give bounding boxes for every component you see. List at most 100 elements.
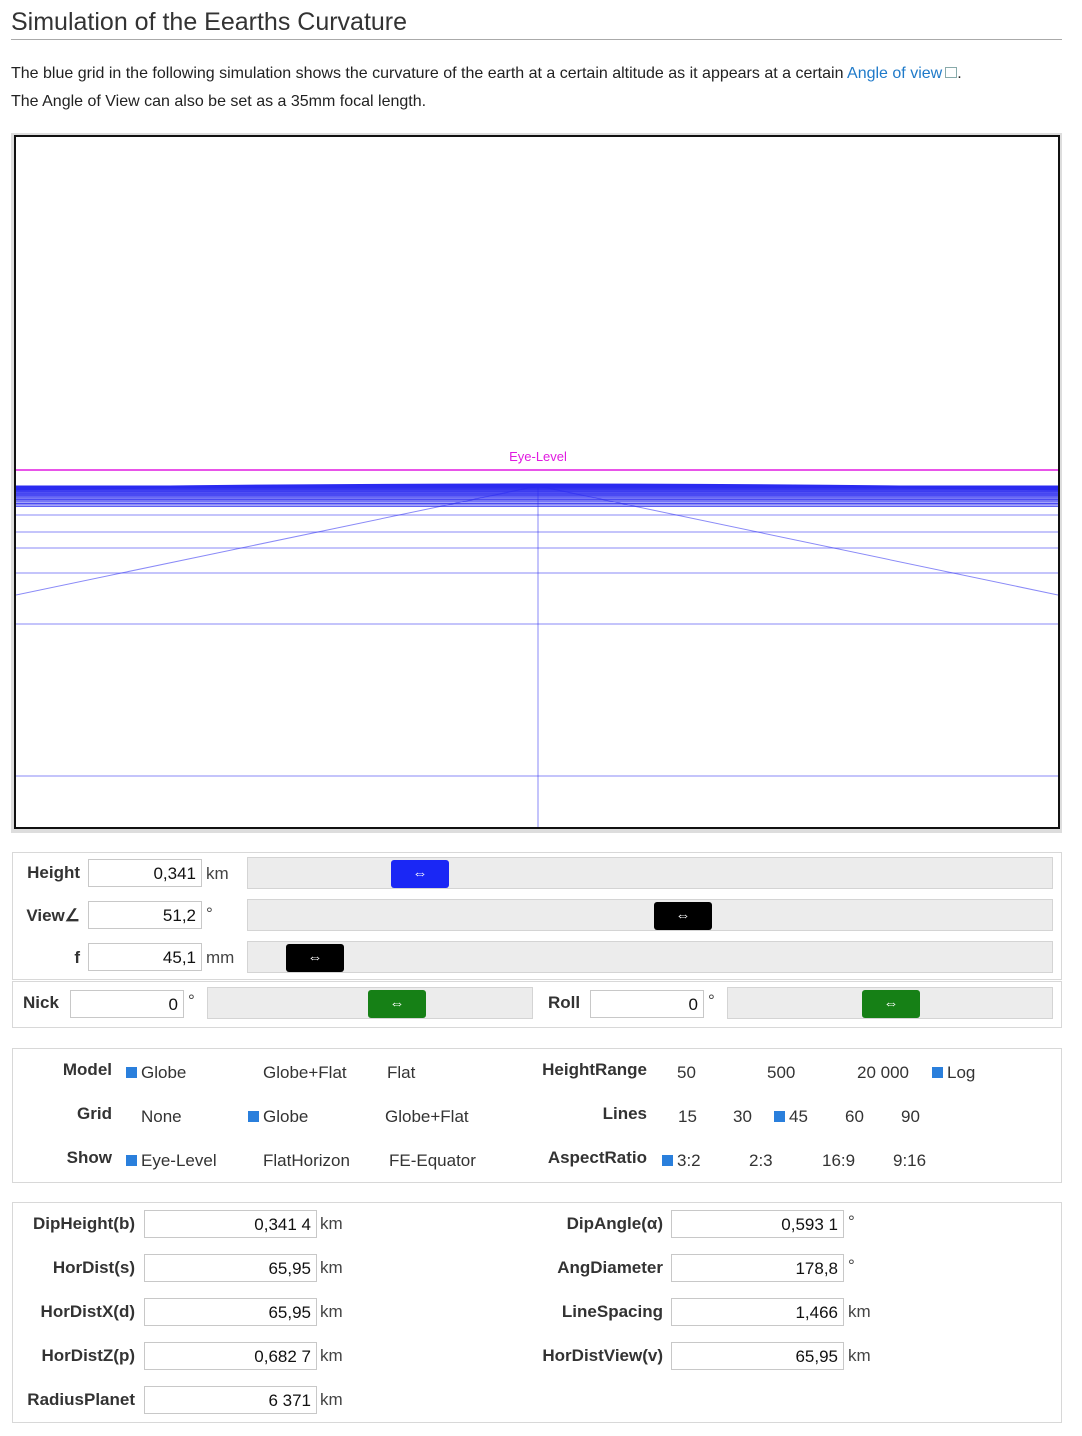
grid-option-none[interactable]: None (141, 1107, 182, 1127)
height-slider-handle[interactable]: ⇔ (391, 860, 449, 888)
show-flat-horizon-label: FlatHorizon (263, 1151, 350, 1170)
grid-globe-checkbox[interactable] (248, 1111, 259, 1123)
nick-slider[interactable]: ⇔ (207, 987, 533, 1019)
lines-option-15[interactable]: 15 (678, 1107, 697, 1127)
intro-line-1-end: . (957, 65, 962, 82)
show-label: Show (66, 1148, 112, 1167)
grid-option-globe[interactable]: Globe (248, 1107, 308, 1127)
aspect-16-9-label: 16:9 (822, 1151, 856, 1170)
line-spacing-label: LineSpacing (561, 1302, 663, 1321)
model-label: Model (62, 1060, 112, 1079)
hor-dist-unit: km (320, 1258, 343, 1277)
aspect-9-16-label: 9:16 (893, 1151, 927, 1170)
nick-label: Nick (23, 993, 59, 1012)
title-divider (11, 39, 1062, 40)
grid-none-label: None (141, 1107, 182, 1126)
lines-45-label: 45 (789, 1107, 808, 1126)
grid-lines (16, 483, 1058, 827)
view-angle-input[interactable]: 51,2 (88, 901, 202, 929)
height-range-option-500[interactable]: 500 (767, 1063, 795, 1083)
model-globe-label: Globe (141, 1063, 187, 1082)
focal-length-slider[interactable]: ⇔ (247, 941, 1053, 973)
dip-height-output: 0,341 4 (144, 1210, 317, 1238)
height-unit: km (206, 864, 229, 883)
hor-dist-z-label: HorDistZ(p) (41, 1346, 135, 1365)
intro-line-2: The Angle of View can also be set as a 3… (11, 93, 427, 110)
focal-length-slider-handle[interactable]: ⇔ (286, 944, 344, 972)
roll-slider-handle[interactable]: ⇔ (862, 990, 920, 1018)
height-range-500-label: 500 (767, 1063, 796, 1082)
show-option-fe-equator[interactable]: FE-Equator (389, 1151, 476, 1171)
model-option-flat[interactable]: Flat (387, 1063, 415, 1083)
lines-option-60[interactable]: 60 (845, 1107, 864, 1127)
hor-dist-label: HorDist(s) (52, 1258, 135, 1277)
aspect-option-3-2[interactable]: 3:2 (662, 1151, 701, 1171)
aspect-3-2-checkbox[interactable] (662, 1155, 673, 1167)
focal-length-unit: mm (206, 948, 235, 967)
dip-angle-unit: ° (848, 1212, 855, 1231)
model-option-globe-flat[interactable]: Globe+Flat (263, 1063, 347, 1083)
height-range-option-log[interactable]: Log (932, 1063, 975, 1083)
show-option-flat-horizon[interactable]: FlatHorizon (263, 1151, 350, 1171)
simulation-canvas[interactable]: Eye-Level (14, 135, 1060, 829)
lines-30-label: 30 (733, 1107, 752, 1126)
lines-label: Lines (602, 1104, 647, 1123)
curvature-grid: Eye-Level (16, 449, 1058, 827)
height-range-log-label: Log (947, 1063, 976, 1082)
ang-diameter-output: 178,8 (671, 1254, 844, 1282)
aspect-option-2-3[interactable]: 2:3 (749, 1151, 773, 1171)
height-range-50-label: 50 (677, 1063, 696, 1082)
height-range-label: HeightRange (542, 1060, 647, 1079)
show-option-eye-level[interactable]: Eye-Level (126, 1151, 217, 1171)
height-input[interactable]: 0,341 (88, 859, 202, 887)
ang-diameter-unit: ° (848, 1256, 855, 1275)
lines-15-label: 15 (678, 1107, 697, 1126)
height-range-option-50[interactable]: 50 (677, 1063, 696, 1083)
view-label: View∠ (26, 906, 80, 925)
nick-input[interactable]: 0 (70, 990, 184, 1018)
lines-option-45[interactable]: 45 (774, 1107, 808, 1127)
lines-option-90[interactable]: 90 (901, 1107, 920, 1127)
hor-dist-x-unit: km (320, 1302, 343, 1321)
line-spacing-unit: km (848, 1302, 871, 1321)
roll-slider[interactable]: ⇔ (727, 987, 1053, 1019)
aspect-option-9-16[interactable]: 9:16 (893, 1151, 926, 1171)
dip-angle-label: DipAngle(α) (566, 1214, 663, 1233)
model-globe-checkbox[interactable] (126, 1067, 137, 1079)
hor-dist-x-label: HorDistX(d) (40, 1302, 135, 1321)
model-option-globe[interactable]: Globe (126, 1063, 186, 1083)
height-range-option-20000[interactable]: 20 000 (857, 1063, 909, 1083)
roll-input[interactable]: 0 (590, 990, 704, 1018)
intro-line-1: The blue grid in the following simulatio… (11, 65, 848, 82)
ang-diameter-label: AngDiameter (557, 1258, 663, 1277)
hor-dist-view-label: HorDistView(v) (542, 1346, 663, 1365)
height-slider[interactable]: ⇔ (247, 857, 1053, 889)
model-flat-label: Flat (387, 1063, 416, 1082)
radius-planet-input[interactable]: 6 371 (144, 1386, 317, 1414)
lines-45-checkbox[interactable] (774, 1111, 785, 1123)
line-spacing-output: 1,466 (671, 1298, 844, 1326)
radius-planet-unit: km (320, 1390, 343, 1409)
intro-text: The blue grid in the following simulatio… (11, 60, 1071, 116)
focal-length-input[interactable]: 45,1 (88, 943, 202, 971)
page-title: Simulation of the Eearths Curvature (11, 8, 408, 36)
dip-height-label: DipHeight(b) (33, 1214, 135, 1233)
lines-option-30[interactable]: 30 (733, 1107, 752, 1127)
show-eye-level-checkbox[interactable] (126, 1155, 137, 1167)
view-slider-handle[interactable]: ⇔ (654, 902, 712, 930)
height-range-log-checkbox[interactable] (932, 1067, 943, 1079)
grid-globe-flat-label: Globe+Flat (385, 1107, 469, 1126)
height-range-20000-label: 20 000 (857, 1063, 909, 1082)
hor-dist-output: 65,95 (144, 1254, 317, 1282)
focal-length-label: f (74, 948, 80, 967)
view-unit: ° (206, 904, 213, 923)
height-label: Height (27, 863, 80, 882)
view-slider[interactable]: ⇔ (247, 899, 1053, 931)
show-fe-equator-label: FE-Equator (389, 1151, 476, 1170)
nick-slider-handle[interactable]: ⇔ (368, 990, 426, 1018)
hor-dist-z-output: 0,682 7 (144, 1342, 317, 1370)
aspect-option-16-9[interactable]: 16:9 (822, 1151, 855, 1171)
grid-option-globe-flat[interactable]: Globe+Flat (385, 1107, 469, 1127)
angle-of-view-link[interactable]: Angle of view (847, 65, 942, 82)
aspect-2-3-label: 2:3 (749, 1151, 773, 1170)
